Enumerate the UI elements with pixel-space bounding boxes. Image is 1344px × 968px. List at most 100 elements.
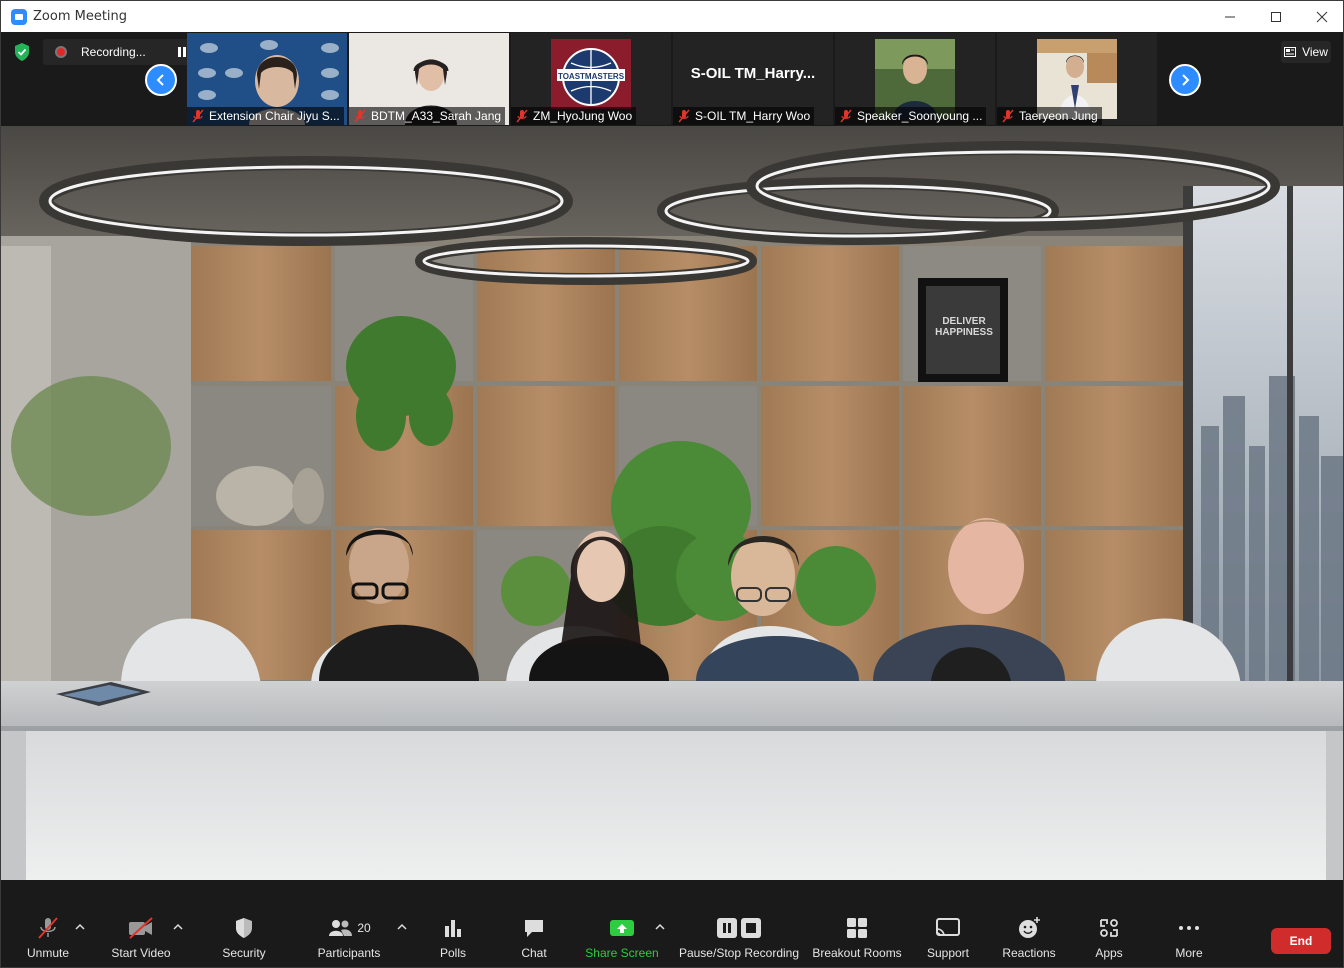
view-grid-icon [1284,47,1297,57]
minimize-icon [1225,16,1235,17]
window-controls [1207,1,1343,32]
unmute-label: Unmute [26,946,70,960]
pause-stop-recording-icon [717,918,761,938]
pause-stop-recording-label: Pause/Stop Recording [678,946,800,960]
end-meeting-button[interactable]: End [1271,928,1331,954]
chevron-left-icon [156,74,164,86]
support-button[interactable]: Support [923,916,973,964]
support-cast-icon [936,918,960,937]
participant-thumbnail[interactable]: Extension Chair Jiyu S... [187,33,347,125]
apps-label: Apps [1095,946,1123,960]
participants-options-caret-icon[interactable] [397,922,407,932]
thumbnail-prev-button[interactable] [145,64,177,96]
muted-mic-icon [678,109,690,123]
audio-options-caret-icon[interactable] [75,922,85,932]
breakout-rooms-icon [847,918,867,938]
view-button[interactable]: View [1281,41,1331,63]
virtual-background-office [1,126,1343,880]
share-screen-button[interactable]: Share Screen [585,916,659,964]
share-screen-icon [610,920,634,936]
participants-icon [329,920,353,936]
muted-mic-icon [1002,109,1014,123]
reactions-label: Reactions [1002,946,1056,960]
more-label: More [1175,946,1203,960]
more-button[interactable]: More [1169,916,1209,964]
more-dots-icon [1179,926,1199,930]
chat-label: Chat [521,946,547,960]
participants-label: Participants [317,946,381,960]
poster: DELIVER HAPPINESS [929,316,999,338]
participant-thumbnail[interactable]: TOASTMASTERS ZM_HyoJung Woo [511,33,671,125]
start-video-button[interactable]: Start Video [109,916,173,964]
zoom-window: Zoom Meeting Recording... Extension Chai… [0,0,1344,968]
participants-count: 20 [357,921,371,935]
reactions-smiley-icon [1019,917,1040,938]
security-button[interactable]: Security [219,916,269,964]
apps-button[interactable]: Apps [1089,916,1129,964]
apps-icon [1100,919,1118,937]
poster-text: DELIVER [942,316,986,327]
recording-label: Recording... [81,45,146,59]
thumbnail-name-tag: Taeryeon Jung [997,107,1102,125]
thumbnail-name: S-OIL TM_Harry Woo [695,109,811,123]
encryption-shield-icon[interactable] [13,42,31,62]
reactions-button[interactable]: Reactions [999,916,1059,964]
polls-chart-icon [445,920,461,937]
thumbnail-display-name: S-OIL TM_Harry... [690,65,816,82]
muted-mic-icon [354,109,366,123]
unmute-button[interactable]: Unmute [23,916,73,964]
thumbnail-name: Speaker_Soonyoung ... [857,109,983,123]
muted-mic-icon [192,109,204,123]
minimize-button[interactable] [1207,1,1253,32]
recording-dot-icon [55,46,67,58]
title-bar: Zoom Meeting [1,1,1343,32]
breakout-rooms-button[interactable]: Breakout Rooms [811,916,903,964]
maximize-button[interactable] [1253,1,1299,32]
thumbnail-name: Extension Chair Jiyu S... [209,109,340,123]
meeting-toolbar: Unmute Start Video Security 20 Participa… [1,880,1343,967]
polls-button[interactable]: Polls [433,916,473,964]
security-label: Security [222,946,266,960]
thumbnail-list: Extension Chair Jiyu S... BDTM_A33_Sarah… [187,33,1157,125]
thumbnail-name-tag: S-OIL TM_Harry Woo [673,107,815,125]
thumbnail-name-tag: Extension Chair Jiyu S... [187,107,344,125]
main-video-stage: DELIVER HAPPINESS [1,126,1343,880]
support-label: Support [926,946,970,960]
muted-mic-icon [840,109,852,123]
close-button[interactable] [1299,1,1343,32]
muted-mic-icon [516,109,528,123]
share-options-caret-icon[interactable] [655,922,665,932]
maximize-icon [1271,11,1281,22]
thumbnail-name: BDTM_A33_Sarah Jang [371,109,502,123]
participant-thumbnail[interactable]: Speaker_Soonyoung ... [835,33,995,125]
close-icon [1316,11,1328,22]
breakout-rooms-label: Breakout Rooms [812,946,902,960]
chat-button[interactable]: Chat [514,916,554,964]
thumbnail-name: ZM_HyoJung Woo [533,109,633,123]
participant-thumbnail[interactable]: S-OIL TM_Harry... S-OIL TM_Harry Woo [673,33,833,125]
participants-button[interactable]: 20 Participants [315,916,383,964]
window-title: Zoom Meeting [33,9,128,24]
participant-thumbnail[interactable]: Taeryeon Jung [997,33,1157,125]
poster-text: HAPPINESS [935,327,993,338]
video-options-caret-icon[interactable] [173,922,183,932]
toastmasters-logo-text: TOASTMASTERS [557,72,625,81]
view-label: View [1302,45,1328,59]
zoom-app-icon [11,8,27,25]
thumbnail-name-tag: BDTM_A33_Sarah Jang [349,107,506,125]
share-screen-label: Share Screen [585,946,659,960]
polls-label: Polls [439,946,466,960]
shield-icon [236,918,252,938]
chat-bubble-icon [525,920,543,937]
thumbnail-next-button[interactable] [1169,64,1201,96]
pause-stop-recording-button[interactable]: Pause/Stop Recording [677,916,801,964]
muted-mic-icon [38,917,58,939]
chevron-right-icon [1182,74,1190,86]
thumbnail-name-tag: ZM_HyoJung Woo [511,107,637,125]
participant-strip: Recording... Extension Chair Jiyu S... B… [1,32,1343,126]
participant-thumbnail[interactable]: BDTM_A33_Sarah Jang [349,33,509,125]
start-video-label: Start Video [111,946,171,960]
thumbnail-name: Taeryeon Jung [1019,109,1098,123]
video-off-icon [129,917,153,939]
thumbnail-name-tag: Speaker_Soonyoung ... [835,107,987,125]
